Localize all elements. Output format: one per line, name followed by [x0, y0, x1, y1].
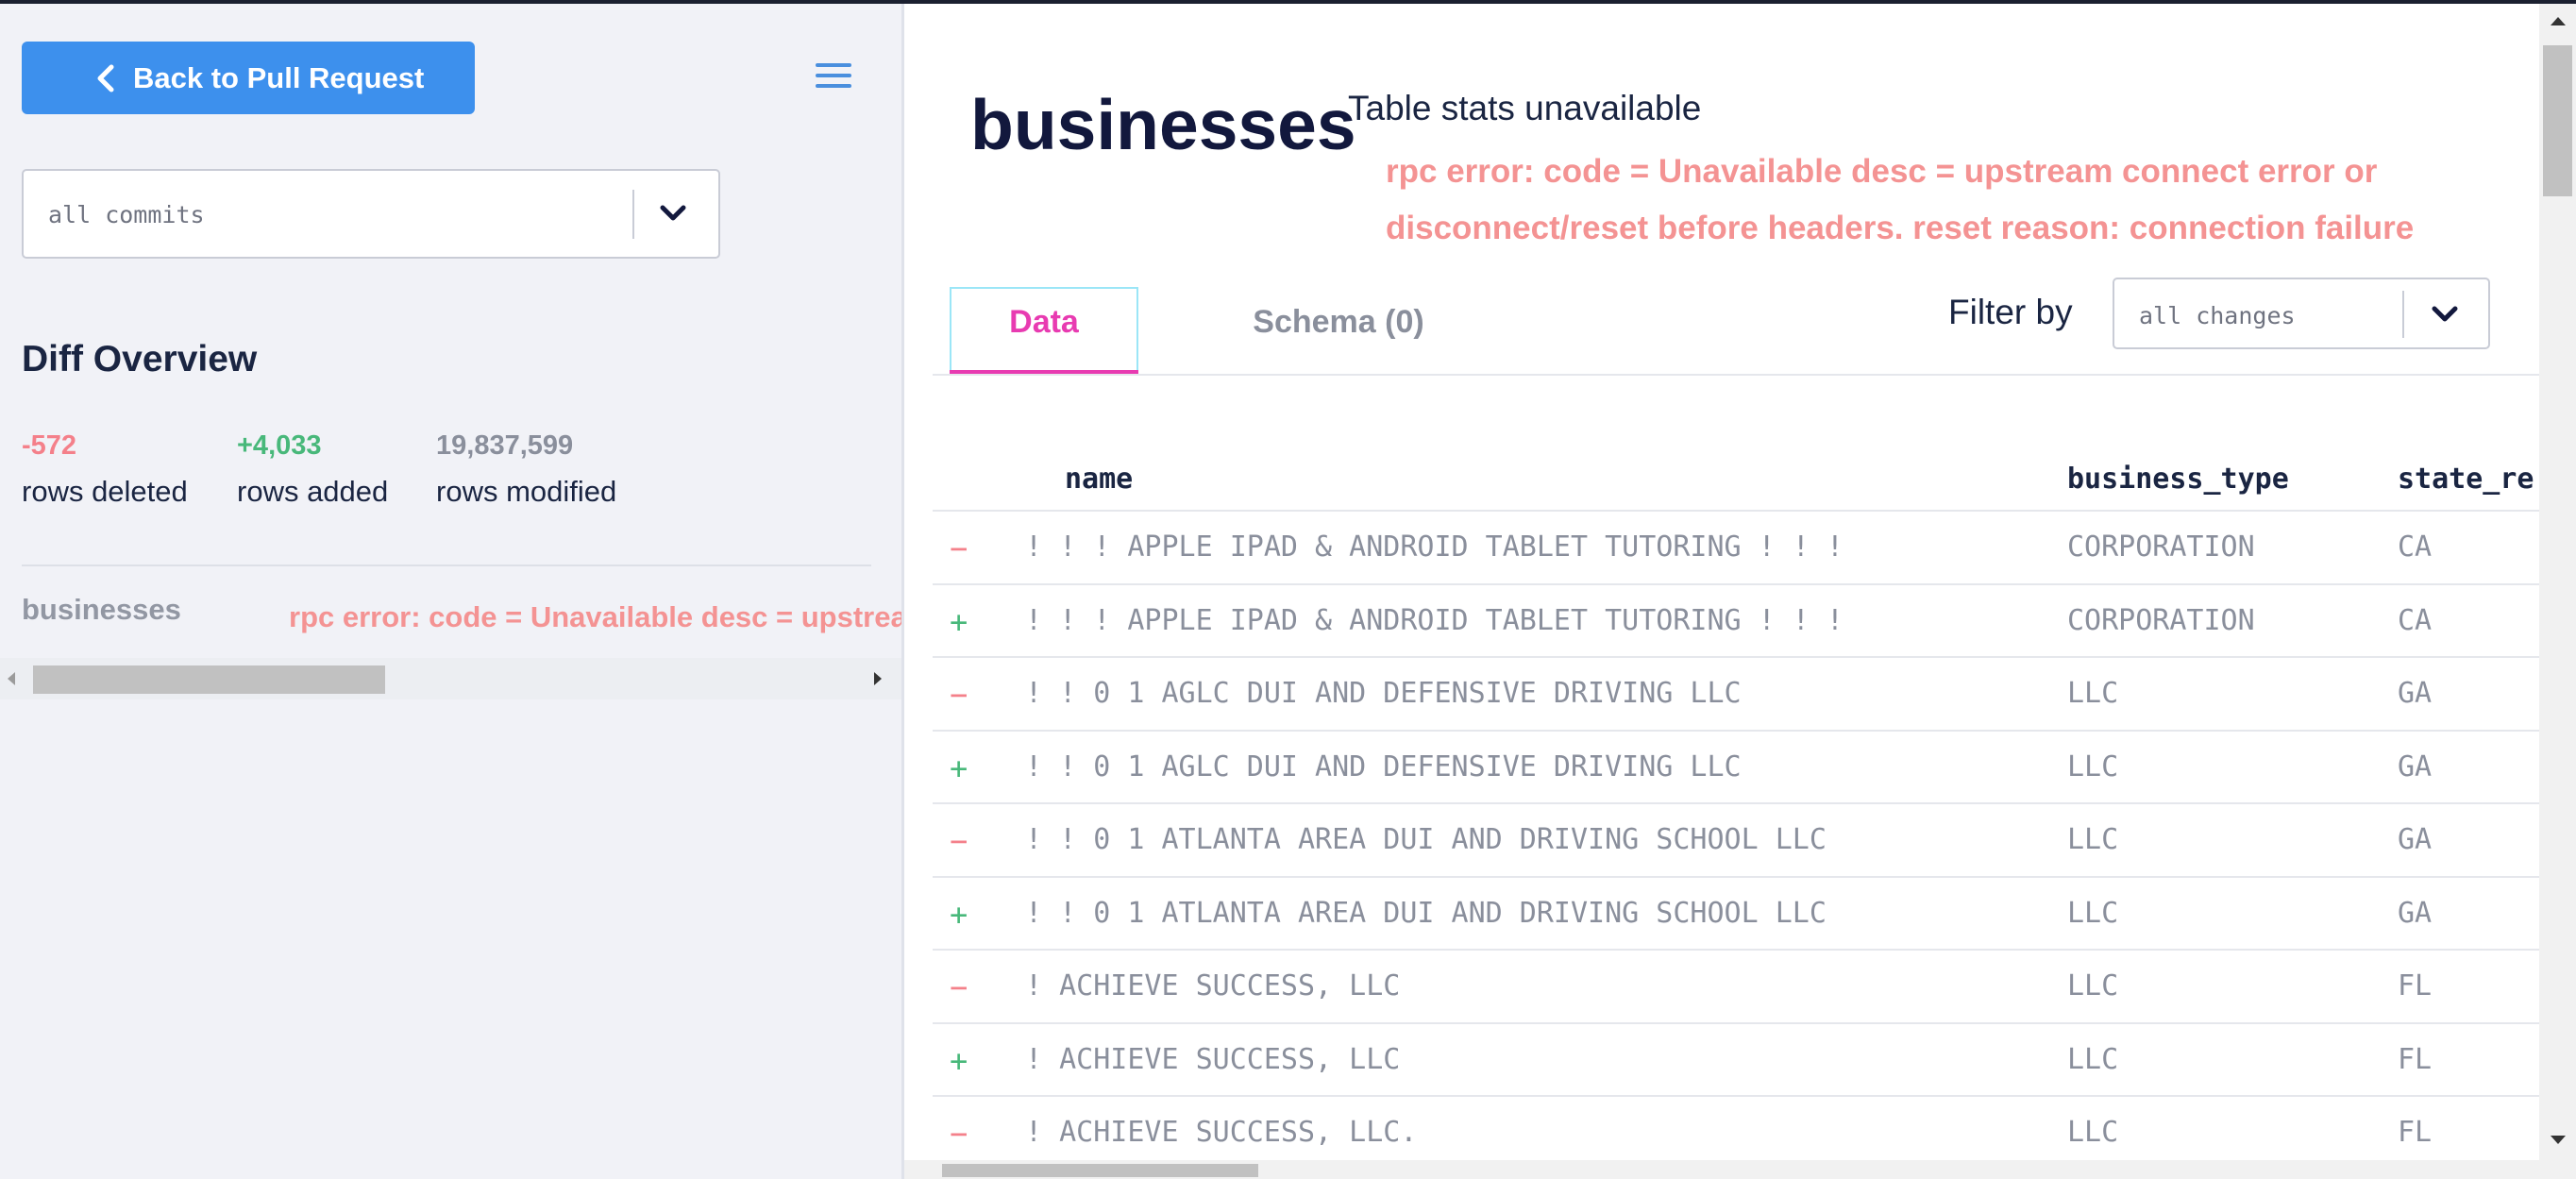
- chevron-down-icon[interactable]: [659, 203, 687, 224]
- tab-schema-label: Schema (0): [1253, 304, 1424, 340]
- scroll-arrow-right-icon[interactable]: [874, 672, 882, 685]
- cell-name: ! ACHIEVE SUCCESS, LLC: [1025, 1042, 1401, 1076]
- diff-overview-title: Diff Overview: [22, 339, 258, 379]
- filter-select-value: all changes: [2139, 302, 2296, 329]
- cell-name: ! ! ! APPLE IPAD & ANDROID TABLET TUTORI…: [1025, 603, 1844, 637]
- commit-select-value: all commits: [48, 201, 205, 228]
- diff-sign: −: [950, 823, 968, 859]
- table-row[interactable]: − ! ACHIEVE SUCCESS, LLC LLC FL: [933, 949, 2576, 1022]
- main-panel: businesses Table stats unavailable rpc e…: [904, 4, 2576, 1179]
- cell-name: ! ! 0 1 ATLANTA AREA DUI AND DRIVING SCH…: [1025, 896, 1827, 930]
- sidebar: Back to Pull Request all commits Diff Ov…: [0, 4, 901, 1179]
- sidebar-table-link[interactable]: businesses: [22, 593, 181, 627]
- cell-name: ! ! 0 1 ATLANTA AREA DUI AND DRIVING SCH…: [1025, 823, 1827, 856]
- vertical-scrollbar-thumb[interactable]: [2543, 45, 2572, 196]
- menu-icon[interactable]: [816, 63, 851, 92]
- diff-sign: −: [950, 1116, 968, 1152]
- change-filter-select[interactable]: all changes: [2113, 278, 2490, 349]
- scroll-arrow-up-icon[interactable]: [2551, 17, 2566, 25]
- column-header-name[interactable]: name: [1065, 463, 1133, 496]
- stat-rows-added: +4,033 rows added: [237, 430, 388, 509]
- table-row[interactable]: − ! ACHIEVE SUCCESS, LLC. LLC FL: [933, 1095, 2576, 1169]
- rows-modified-label: rows modified: [436, 475, 617, 508]
- chevron-down-icon[interactable]: [2431, 304, 2459, 325]
- cell-name: ! ! ! APPLE IPAD & ANDROID TABLET TUTORI…: [1025, 531, 1844, 564]
- cell-name: ! ACHIEVE SUCCESS, LLC.: [1025, 1116, 1418, 1149]
- table-row[interactable]: + ! ! ! APPLE IPAD & ANDROID TABLET TUTOR…: [933, 582, 2576, 657]
- rows-added-label: rows added: [237, 475, 389, 508]
- back-to-pull-request-button[interactable]: Back to Pull Request: [22, 42, 475, 114]
- column-header-business-type[interactable]: business_type: [2067, 463, 2289, 496]
- cell-state: FL: [2398, 1042, 2433, 1076]
- cell-name: ! ! 0 1 AGLC DUI AND DEFENSIVE DRIVING L…: [1025, 750, 1742, 783]
- sidebar-horizontal-scrollbar[interactable]: [0, 658, 901, 699]
- diff-sign: +: [950, 1042, 968, 1079]
- select-separator: [632, 190, 634, 239]
- cell-state: FL: [2398, 1116, 2433, 1149]
- cell-business-type: LLC: [2067, 896, 2119, 930]
- cell-state: FL: [2398, 969, 2433, 1002]
- sidebar-scrollbar-thumb[interactable]: [33, 665, 385, 694]
- cell-state: GA: [2398, 823, 2433, 856]
- scroll-arrow-down-icon[interactable]: [2551, 1136, 2566, 1144]
- cell-state: GA: [2398, 750, 2433, 783]
- diff-sign: +: [950, 603, 968, 640]
- table-row[interactable]: + ! ! 0 1 AGLC DUI AND DEFENSIVE DRIVING …: [933, 729, 2576, 803]
- commit-select[interactable]: all commits: [22, 169, 720, 259]
- error-message: rpc error: code = Unavailable desc = ups…: [1386, 153, 2415, 246]
- cell-name: ! ACHIEVE SUCCESS, LLC: [1025, 969, 1401, 1002]
- select-separator: [2402, 291, 2404, 338]
- table-row[interactable]: − ! ! ! APPLE IPAD & ANDROID TABLET TUTOR…: [933, 510, 2576, 583]
- sidebar-divider: [22, 564, 871, 566]
- tab-schema[interactable]: Schema (0): [1197, 287, 1480, 372]
- main-scrollbar-thumb[interactable]: [942, 1164, 1258, 1177]
- chevron-left-icon: [97, 64, 114, 93]
- cell-state: GA: [2398, 677, 2433, 710]
- cell-state: CA: [2398, 531, 2433, 564]
- tab-data[interactable]: Data: [950, 287, 1138, 376]
- rows-deleted-label: rows deleted: [22, 475, 188, 508]
- page-title: businesses: [970, 85, 1356, 164]
- cell-business-type: LLC: [2067, 1042, 2119, 1076]
- table-row[interactable]: − ! ! 0 1 ATLANTA AREA DUI AND DRIVING SC…: [933, 802, 2576, 876]
- back-button-label: Back to Pull Request: [133, 60, 425, 94]
- cell-business-type: LLC: [2067, 750, 2119, 783]
- tab-data-label: Data: [1009, 304, 1079, 340]
- table-row[interactable]: + ! ACHIEVE SUCCESS, LLC LLC FL: [933, 1021, 2576, 1096]
- stat-rows-modified: 19,837,599 rows modified: [436, 430, 616, 509]
- cell-business-type: CORPORATION: [2067, 531, 2255, 564]
- cell-state: GA: [2398, 896, 2433, 930]
- cell-state: CA: [2398, 603, 2433, 637]
- cell-business-type: LLC: [2067, 677, 2119, 710]
- cell-business-type: LLC: [2067, 823, 2119, 856]
- sidebar-table-error: rpc error: code = Unavailable desc = ups…: [289, 600, 901, 633]
- cell-business-type: CORPORATION: [2067, 603, 2255, 637]
- table-stats-status: Table stats unavailable: [1348, 89, 1702, 127]
- table-row[interactable]: + ! ! 0 1 ATLANTA AREA DUI AND DRIVING SC…: [933, 875, 2576, 950]
- filter-label: Filter by: [1948, 293, 2073, 331]
- rows-modified-count: 19,837,599: [436, 430, 574, 461]
- diff-sign: +: [950, 896, 968, 933]
- cell-business-type: LLC: [2067, 1116, 2119, 1149]
- main-horizontal-scrollbar[interactable]: [904, 1160, 2576, 1179]
- rows-added-count: +4,033: [237, 430, 322, 461]
- diff-sign: −: [950, 969, 968, 1005]
- scroll-arrow-left-icon[interactable]: [8, 672, 15, 685]
- diff-sign: −: [950, 677, 968, 713]
- vertical-scrollbar[interactable]: [2539, 4, 2576, 1160]
- diff-sign: −: [950, 531, 968, 566]
- tab-bar-divider: [933, 374, 2576, 376]
- cell-business-type: LLC: [2067, 969, 2119, 1002]
- column-header-state[interactable]: state_re: [2398, 463, 2534, 496]
- table-row[interactable]: − ! ! 0 1 AGLC DUI AND DEFENSIVE DRIVING …: [933, 656, 2576, 730]
- stat-rows-deleted: -572 rows deleted: [22, 430, 188, 509]
- cell-name: ! ! 0 1 AGLC DUI AND DEFENSIVE DRIVING L…: [1025, 677, 1742, 710]
- diff-sign: +: [950, 750, 968, 786]
- rows-deleted-count: -572: [22, 430, 77, 461]
